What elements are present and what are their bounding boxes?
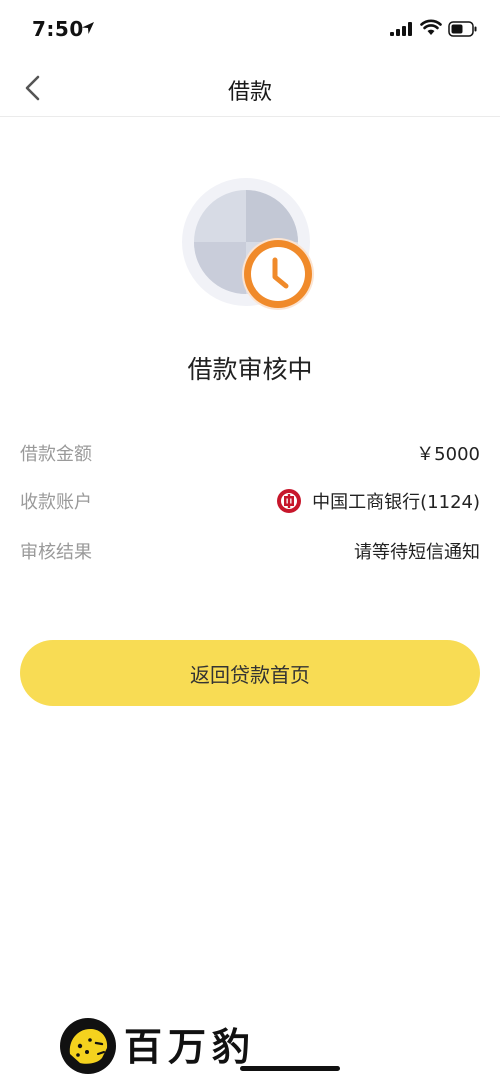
page-title: 借款 xyxy=(227,80,272,105)
review-result-row: 审核结果 请等待短信通知 xyxy=(20,536,480,566)
review-result-label: 审核结果 xyxy=(20,542,92,563)
wifi-icon xyxy=(420,19,442,35)
clock-icon xyxy=(182,178,314,310)
leopard-logo-icon xyxy=(60,1018,116,1074)
icbc-logo-icon xyxy=(277,489,302,513)
home-indicator xyxy=(240,1066,340,1071)
loan-amount-row: 借款金额 ￥5000 xyxy=(20,438,480,468)
receiving-account-row: 收款账户 中国工商银行(1124) xyxy=(20,486,480,516)
loan-amount-value: ￥5000 xyxy=(416,444,480,465)
status-time: 7:50 xyxy=(32,17,84,41)
review-result-value: 请等待短信通知 xyxy=(354,542,480,563)
return-home-button[interactable]: 返回贷款首页 xyxy=(20,640,480,706)
location-arrow-icon xyxy=(82,22,94,34)
status-title: 借款审核中 xyxy=(187,355,313,384)
watermark-logo-text: 百万豹 xyxy=(124,1024,257,1069)
nav-bar: 借款 xyxy=(0,58,500,117)
status-bar: 7:50 xyxy=(0,0,500,58)
battery-icon xyxy=(448,21,477,37)
loan-amount-label: 借款金额 xyxy=(20,444,92,465)
receiving-account-value: 中国工商银行(1124) xyxy=(312,492,480,513)
bank-account: 中国工商银行(1124) xyxy=(276,486,480,516)
receiving-account-label: 收款账户 xyxy=(20,492,92,513)
signal-icon xyxy=(390,22,412,36)
